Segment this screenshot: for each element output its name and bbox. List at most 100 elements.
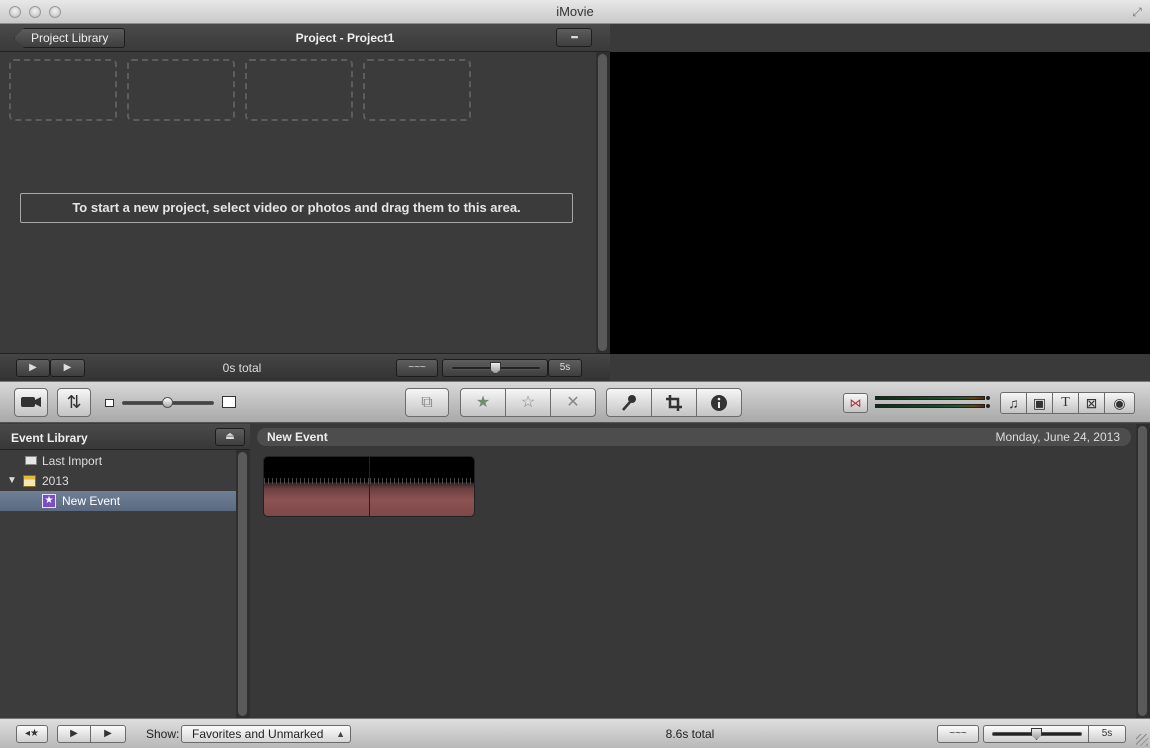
show-filter-select[interactable]: Favorites and Unmarked ▲ [181,725,351,743]
video-viewer[interactable] [610,52,1150,354]
project-footer: ▶ ▶ 0s total ~~~ 5s [0,353,610,381]
play-icon: ▶ [104,728,112,739]
window-title: iMovie [556,4,594,19]
play-button[interactable]: ▶ [50,359,85,377]
photo-browser-button[interactable]: ▣ [1026,392,1053,414]
clip-placeholder [363,59,471,121]
star-filled-icon: ★ [475,394,491,411]
imovie-window: iMovie ⤢ Project Library Project - Proje… [0,0,1150,748]
play-fullscreen-icon: ▶ [70,728,78,739]
clip-placeholder [245,59,353,121]
clip-thumbnail-frame [370,457,474,516]
event-library-list: Last Import ▼ 2013 ★ New Event [0,450,236,718]
project-view-button[interactable]: ▪▪▪ [556,28,592,47]
event-clip[interactable] [263,456,475,517]
play-icon: ▶ [63,362,72,373]
swap-panes-button[interactable]: ⇅ [57,388,91,417]
duration-label: 5s [1088,725,1126,743]
waveform-icon: ~~~ [408,362,426,373]
inspector-button[interactable] [696,388,742,417]
add-to-project-icon: ⧉ [421,394,433,411]
slider-knob[interactable] [162,397,173,408]
event-title: New Event [267,430,328,444]
audio-meter-right [875,404,985,408]
slider-knob[interactable] [490,362,501,374]
eject-icon: ⏏ [225,431,235,442]
calendar-icon [23,475,36,487]
event-library-scrollbar[interactable] [236,450,250,718]
event-list-toggle-button[interactable]: ◂★ [16,725,48,743]
audio-adjust-icon: ⋈ [849,396,862,410]
play-button[interactable]: ▶ [90,725,126,743]
event-library-title: Event Library [11,431,88,445]
bottom-bar: ◂★ ▶ ▶ Show: Favorites and Unmarked ▲ 8.… [0,718,1150,748]
crop-button[interactable] [651,388,697,417]
titles-browser-button[interactable]: T [1052,392,1079,414]
event-item-label: New Event [62,494,121,508]
waveform-icon: ~~~ [949,728,967,739]
fullscreen-icon[interactable]: ⤢ [1130,5,1144,19]
play-fullscreen-button[interactable]: ▶ [57,725,91,743]
swap-icon: ⇅ [66,392,82,412]
project-total-duration: 0s total [222,361,262,375]
info-icon [711,395,727,411]
eject-button[interactable]: ⏏ [215,428,245,446]
import-camera-button[interactable] [14,388,48,417]
scrollbar-thumb[interactable] [1138,426,1147,716]
unmark-button[interactable]: ☆ [505,388,551,417]
viewer-top-strip [610,24,1150,52]
event-library-header: Event Library ⏏ [0,424,250,450]
camera-icon [21,397,41,407]
maps-browser-button[interactable]: ◉ [1104,392,1135,414]
project-scrollbar[interactable] [596,52,610,353]
last-import-icon [25,456,37,465]
play-fullscreen-icon: ▶ [29,362,37,373]
show-filter-label: Show: [146,727,180,741]
zoom-slider[interactable] [442,359,548,377]
music-icon: ♫ [1008,395,1019,411]
audio-adjust-button[interactable]: ⋈ [843,393,868,413]
resize-grip-icon[interactable] [1136,734,1148,746]
small-thumbnail-icon [105,399,114,407]
disclosure-triangle-icon[interactable]: ▼ [7,471,17,491]
title-icon: T [1061,395,1070,410]
globe-icon: ◉ [1113,395,1126,411]
select-arrows-icon: ▲ [336,729,345,739]
viewer-bottom-strip [610,354,1150,381]
music-browser-button[interactable]: ♫ [1000,392,1027,414]
zoom-slider[interactable] [983,725,1089,743]
mark-favorite-button[interactable]: ★ [460,388,506,417]
reject-x-icon: ✕ [566,394,580,411]
project-drop-area[interactable]: To start a new project, select video or … [0,52,596,353]
event-item-label: 2013 [42,474,69,488]
event-item-label: Last Import [42,454,103,468]
event-item-last-import[interactable]: Last Import [0,451,236,471]
drop-instructions: To start a new project, select video or … [20,193,573,223]
clip-thumbnail-frame [264,457,370,516]
scrollbar-thumb[interactable] [238,452,247,716]
event-item-year-2013[interactable]: ▼ 2013 [0,471,236,491]
transitions-browser-button[interactable]: ⊠ [1078,392,1105,414]
project-library-button[interactable]: Project Library [14,28,125,48]
audio-meter-left [875,396,985,400]
main-toolbar: ⇅ ⧉ ★ ☆ ✕ ⋈ ♫ ▣ T ⊠ ◉ [0,381,1150,423]
play-fullscreen-button[interactable]: ▶ [16,359,50,377]
audio-waveform-button[interactable]: ~~~ [937,725,979,743]
camera-photo-icon: ▣ [1032,395,1047,411]
star-list-icon: ◂★ [25,728,39,739]
meter-clip-indicator [986,404,990,408]
event-item-new-event[interactable]: ★ New Event [0,491,236,511]
microphone-icon [622,395,636,411]
project-title: Project - Project1 [295,31,395,45]
add-to-project-button[interactable]: ⧉ [405,388,449,417]
scrollbar-thumb[interactable] [598,54,607,351]
event-browser-scrollbar[interactable] [1136,424,1150,718]
show-filter-value: Favorites and Unmarked [192,727,324,741]
project-header: Project Library Project - Project1 ▪▪▪ [0,24,610,52]
reject-button[interactable]: ✕ [550,388,596,417]
slider-knob[interactable] [1031,728,1042,740]
audio-waveform-button[interactable]: ~~~ [396,359,438,377]
star-outline-icon: ☆ [520,394,536,411]
clip-placeholder [127,59,235,121]
voiceover-button[interactable] [606,388,652,417]
